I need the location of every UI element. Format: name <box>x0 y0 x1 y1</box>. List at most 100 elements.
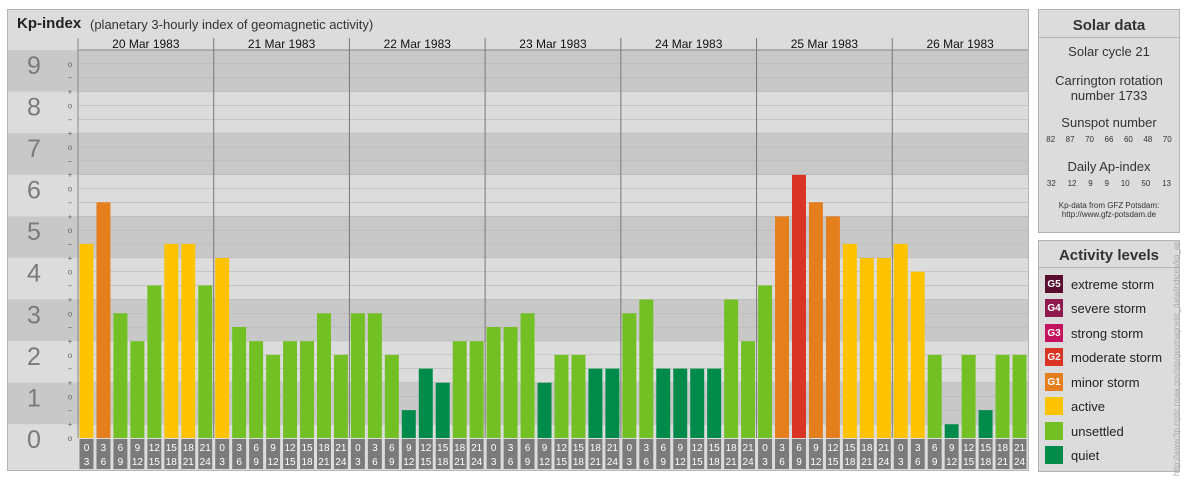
kp-bar <box>181 243 196 438</box>
level-item-active: active <box>1045 396 1105 416</box>
kp-bar <box>961 354 976 438</box>
day-label: 24 Mar 1983 <box>655 37 723 51</box>
y-tick-label: 7 <box>27 135 41 163</box>
time-slot-start: 15 <box>166 443 178 454</box>
day-label: 20 Mar 1983 <box>112 37 180 51</box>
level-label: severe storm <box>1071 300 1147 316</box>
time-slot-end: 21 <box>861 457 873 468</box>
kp-bar <box>995 354 1010 438</box>
time-slot-start: 6 <box>796 443 802 454</box>
time-slot-start: 3 <box>236 443 242 454</box>
kp-bar <box>571 354 586 438</box>
minor-tick-label: − <box>68 198 73 207</box>
time-slot-end: 9 <box>525 457 531 468</box>
time-slot-start: 0 <box>491 443 497 454</box>
time-slot-start: 18 <box>454 443 466 454</box>
minor-tick-label: o <box>68 101 73 110</box>
kp-bar <box>554 354 569 438</box>
time-slot-end: 15 <box>827 457 839 468</box>
time-slot-end: 12 <box>946 457 958 468</box>
time-slot-end: 18 <box>709 457 721 468</box>
level-swatch: G1 <box>1045 373 1063 391</box>
time-slot-start: 21 <box>200 443 212 454</box>
time-slot-end: 18 <box>844 457 856 468</box>
time-slot-end: 24 <box>335 457 347 468</box>
level-label: moderate storm <box>1071 349 1163 365</box>
level-label: active <box>1071 398 1105 414</box>
time-slot-end: 18 <box>437 457 449 468</box>
time-slot-end: 3 <box>898 457 904 468</box>
time-slot-end: 24 <box>200 457 212 468</box>
time-slot-end: 18 <box>573 457 585 468</box>
time-slot-start: 0 <box>84 443 90 454</box>
kp-bar <box>486 327 501 438</box>
time-slot-end: 24 <box>743 457 755 468</box>
minor-tick-label: + <box>68 129 73 138</box>
kp-bar <box>130 341 145 438</box>
time-slot-end: 15 <box>420 457 432 468</box>
time-slot-start: 21 <box>743 443 755 454</box>
kp-bar <box>927 354 942 438</box>
y-tick-label: 1 <box>27 384 41 412</box>
time-slot-end: 6 <box>508 457 514 468</box>
level-label: extreme storm <box>1071 276 1155 292</box>
band-level-6 <box>8 174 1028 217</box>
minor-tick-label: o <box>68 392 73 401</box>
time-slot-start: 12 <box>149 443 161 454</box>
time-slot-start: 12 <box>420 443 432 454</box>
ap-values: 32 12 9 9 10 50 13 <box>1039 176 1179 191</box>
minor-tick-label: + <box>68 295 73 304</box>
time-slot-start: 15 <box>844 443 856 454</box>
time-slot-end: 21 <box>454 457 466 468</box>
kp-bar <box>944 424 959 438</box>
minor-tick-label: − <box>68 115 73 124</box>
time-slot-end: 6 <box>644 457 650 468</box>
data-source-link[interactable]: http://www.gfz-potsdam.de <box>1039 210 1179 219</box>
level-item-quiet: quiet <box>1045 445 1099 465</box>
time-slot-end: 15 <box>284 457 296 468</box>
time-slot-end: 12 <box>539 457 551 468</box>
ap-value: 32 <box>1046 179 1056 188</box>
y-tick-label: 6 <box>27 177 41 205</box>
time-slot-end: 24 <box>471 457 483 468</box>
time-slot-end: 6 <box>101 457 107 468</box>
sunspot-value: 66 <box>1104 135 1114 144</box>
kp-bar <box>859 257 874 438</box>
time-slot-start: 6 <box>932 443 938 454</box>
time-slot-end: 15 <box>692 457 704 468</box>
level-item-unsettled: unsettled <box>1045 421 1124 441</box>
time-slot-start: 21 <box>1014 443 1026 454</box>
sunspot-value: 60 <box>1123 135 1133 144</box>
kp-bar <box>588 368 603 438</box>
sunspot-value: 87 <box>1065 135 1075 144</box>
y-tick-label: 5 <box>27 218 41 246</box>
time-slot-start: 0 <box>898 443 904 454</box>
axis-header-strip <box>8 38 78 50</box>
time-slot-start: 0 <box>355 443 361 454</box>
time-slot-end: 21 <box>318 457 330 468</box>
time-slot-start: 6 <box>525 443 531 454</box>
time-slot-start: 21 <box>471 443 483 454</box>
time-slot-start: 12 <box>692 443 704 454</box>
minor-tick-label: + <box>68 420 73 429</box>
y-tick-label: 3 <box>27 301 41 329</box>
time-slot-end: 3 <box>491 457 497 468</box>
kp-bar <box>707 368 722 438</box>
kp-bar <box>350 313 365 438</box>
time-slot-start: 3 <box>644 443 650 454</box>
minor-tick-label: − <box>68 323 73 332</box>
sunspot-value: 82 <box>1046 135 1056 144</box>
kp-bar <box>147 285 162 438</box>
level-item-g1: G1 minor storm <box>1045 372 1140 392</box>
y-tick-label: 0 <box>27 426 41 454</box>
band-level-9 <box>8 50 1028 92</box>
time-slot-start: 0 <box>762 443 768 454</box>
time-slot-end: 9 <box>932 457 938 468</box>
kp-bar <box>893 243 908 438</box>
time-slot-start: 3 <box>779 443 785 454</box>
time-slot-start: 9 <box>135 443 141 454</box>
level-swatch <box>1045 397 1063 415</box>
kp-bar <box>215 257 230 438</box>
level-item-g4: G4 severe storm <box>1045 298 1146 318</box>
kp-bar <box>503 327 518 438</box>
